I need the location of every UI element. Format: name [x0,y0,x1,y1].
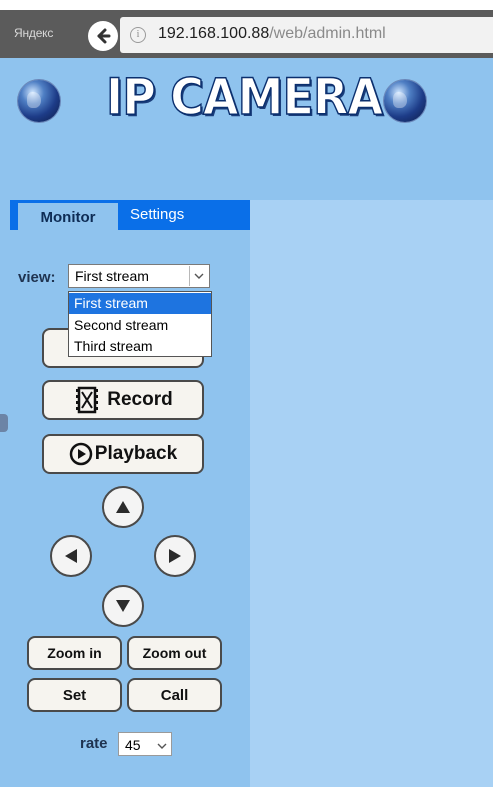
record-button[interactable]: Record [42,380,204,420]
url-host: 192.168.100.88 [158,25,270,42]
playback-button[interactable]: Playback [42,434,204,474]
browser-brand-button[interactable]: Яндекс [14,26,53,40]
view-option-first[interactable]: First stream [69,293,211,314]
info-icon[interactable]: i [130,27,146,43]
record-button-label: Record [107,389,173,410]
pan-down-button[interactable] [102,585,144,627]
rate-select-value: 45 [125,737,141,753]
arrow-right-icon [169,549,181,563]
pan-right-button[interactable] [154,535,196,577]
globe-left-icon [18,80,60,122]
arrow-up-icon [116,501,130,513]
globe-right-icon [384,80,426,122]
rate-label: rate [80,735,108,752]
zoom-out-button[interactable]: Zoom out [127,636,222,670]
zoom-in-button[interactable]: Zoom in [27,636,122,670]
rate-select[interactable]: 45 [118,732,172,756]
url-path: /web/admin.html [269,25,386,42]
logo-title: IP CAMERA [105,68,383,126]
edge-decoration [0,414,8,432]
back-button[interactable] [88,21,118,51]
arrow-down-icon [116,600,130,612]
window-top-strip [0,0,493,10]
preset-set-button[interactable]: Set [27,678,122,712]
view-option-third[interactable]: Third stream [69,336,211,357]
view-label: view: [18,269,56,286]
url-text[interactable]: 192.168.100.88/web/admin.html [158,25,386,43]
film-icon [76,386,99,414]
view-dropdown-list[interactable]: First stream Second stream Third stream [68,291,212,357]
chevron-down-icon [157,737,167,755]
play-circle-icon [69,442,93,466]
chevron-down-icon [189,266,208,286]
arrow-left-icon [65,549,77,563]
arrow-left-icon [97,28,111,44]
preset-call-button[interactable]: Call [127,678,222,712]
view-select-value: First stream [75,268,149,284]
view-select[interactable]: First stream [68,264,210,288]
pan-left-button[interactable] [50,535,92,577]
playback-button-label: Playback [94,443,178,464]
view-option-second[interactable]: Second stream [69,315,211,336]
tab-settings[interactable]: Settings [130,206,184,223]
pan-up-button[interactable] [102,486,144,528]
video-area [250,200,493,787]
tab-monitor[interactable]: Monitor [18,203,118,231]
